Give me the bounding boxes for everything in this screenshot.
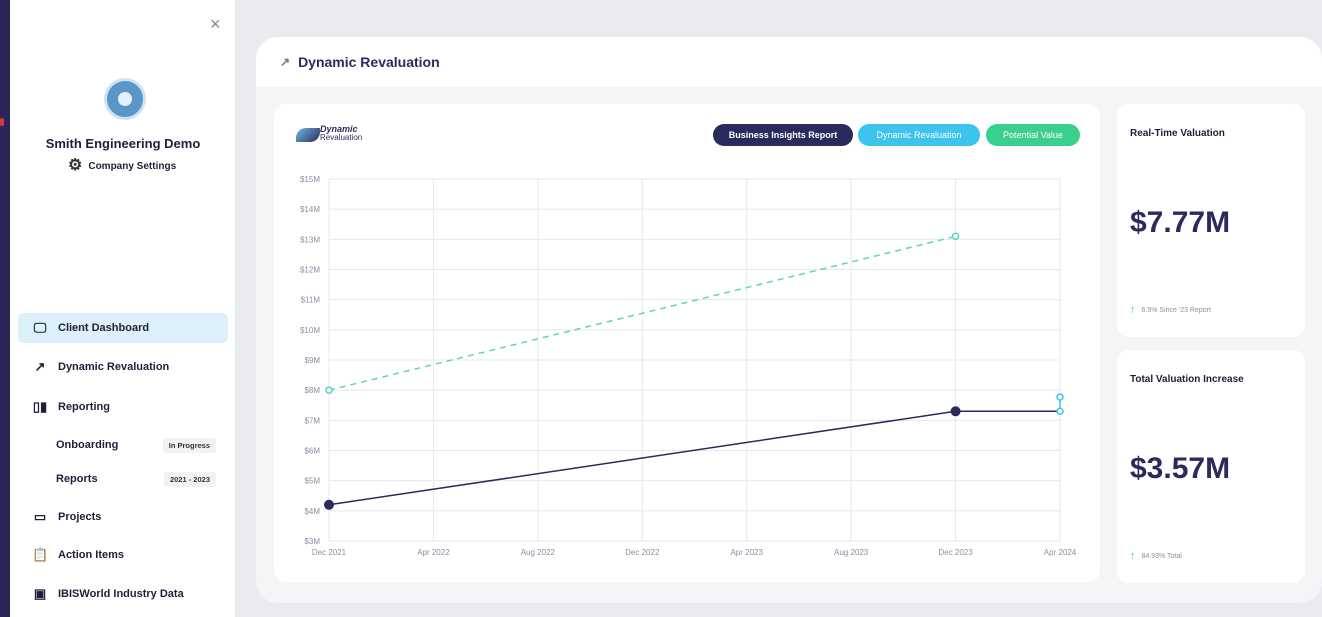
bar-chart-icon: ▯▮ — [32, 399, 48, 414]
chart-logo-mark — [296, 128, 320, 142]
nav-projects[interactable]: ▭ Projects — [18, 502, 228, 532]
point-potential-value — [325, 386, 333, 394]
x-tick-label: Apr 2023 — [730, 548, 763, 557]
clipboard-icon: 📋 — [32, 547, 49, 562]
point-dynamic-revaluation — [1056, 393, 1064, 401]
point-dynamic-revaluation — [1056, 407, 1064, 416]
nav-ibisworld[interactable]: ▣ IBISWorld Industry Data — [18, 579, 228, 609]
card-footnote: ↑ 6.5% Since '23 Report — [1130, 304, 1211, 316]
chart-logo: Dynamic Revaluation — [294, 124, 374, 148]
arrow-up-icon: ↑ — [1130, 304, 1136, 316]
x-tick-label: Aug 2022 — [521, 548, 556, 557]
sub-item-label: Reports — [56, 473, 98, 485]
card-foot-text: 6.5% Since '23 Report — [1141, 306, 1211, 314]
y-tick-label: $12M — [300, 266, 320, 275]
card-foot-text: 84.93% Total — [1141, 552, 1182, 560]
chart-card: Dynamic Revaluation Business Insights Re… — [274, 104, 1100, 582]
status-badge: 2021 - 2023 — [163, 471, 216, 487]
nav-client-dashboard[interactable]: 🖵 Client Dashboard — [18, 313, 228, 343]
legend-potential-value[interactable]: Potential Value — [986, 124, 1080, 146]
point-business-insights — [324, 499, 334, 510]
nav-dynamic-revaluation[interactable]: ↗ Dynamic Revaluation — [18, 352, 228, 382]
legend-business-insights[interactable]: Business Insights Report — [713, 124, 853, 146]
x-tick-label: Apr 2022 — [417, 548, 450, 557]
y-tick-label: $8M — [304, 386, 320, 395]
sub-item-reports[interactable]: Reports 2021 - 2023 — [56, 468, 216, 490]
nav-action-items[interactable]: 📋 Action Items — [18, 540, 228, 570]
point-business-insights — [950, 406, 961, 417]
card-title: Total Valuation Increase — [1130, 374, 1244, 385]
y-tick-label: $13M — [300, 235, 320, 244]
line-chart: $3M $4M $5M $6M $7M $8M $9M $10M $11M $12M $13M $14… — [300, 175, 1077, 557]
y-tick-label: $11M — [301, 296, 321, 305]
x-tick-label: Apr 2024 — [1044, 548, 1077, 557]
sub-item-onboarding[interactable]: Onboarding In Progress — [56, 434, 216, 456]
monitor-icon: 🖵 — [33, 320, 47, 335]
y-tick-label: $14M — [300, 205, 320, 214]
card-title: Real-Time Valuation — [1130, 128, 1225, 139]
x-tick-label: Dec 2021 — [312, 548, 347, 557]
nav-label: Reporting — [58, 401, 110, 413]
card-value: $7.77M — [1130, 206, 1231, 239]
point-potential-value — [951, 232, 960, 241]
total-increase-card: Total Valuation Increase $3.57M ↑ 84.93%… — [1117, 350, 1305, 583]
company-settings-label: Company Settings — [88, 160, 177, 172]
y-tick-label: $6M — [304, 447, 320, 456]
page-header: ↗ Dynamic Revaluation — [256, 37, 1322, 87]
y-tick-label: $10M — [300, 326, 320, 335]
y-tick-label: $3M — [304, 537, 320, 546]
y-tick-label: $15M — [300, 175, 320, 184]
company-logo — [104, 78, 146, 120]
x-tick-label: Dec 2023 — [938, 548, 973, 557]
presentation-icon: ▣ — [33, 586, 47, 601]
company-name: Smith Engineering Demo — [45, 136, 201, 151]
app-rail — [0, 0, 10, 617]
nav-label: IBISWorld Industry Data — [58, 588, 184, 600]
sub-item-label: Onboarding — [56, 439, 119, 451]
card-footnote: ↑ 84.93% Total — [1130, 550, 1182, 562]
chart-logo-line2: Revaluation — [320, 133, 363, 142]
page-title: Dynamic Revaluation — [298, 54, 440, 70]
legend-dynamic-revaluation[interactable]: Dynamic Revaluation — [858, 124, 980, 146]
gear-icon: ⚙ — [68, 157, 83, 174]
realtime-valuation-card: Real-Time Valuation $7.77M ↑ 6.5% Since … — [1117, 104, 1305, 337]
x-tick-label: Dec 2022 — [625, 548, 660, 557]
trend-up-icon: ↗ — [34, 359, 46, 374]
arrow-up-icon: ↑ — [1130, 550, 1136, 562]
y-tick-label: $7M — [304, 416, 320, 425]
status-badge: In Progress — [162, 437, 216, 453]
company-settings-link[interactable]: ⚙ Company Settings — [68, 158, 176, 174]
notification-dot — [0, 118, 4, 126]
close-icon[interactable]: × — [210, 14, 221, 35]
nav-reporting[interactable]: ▯▮ Reporting — [18, 392, 228, 422]
nav-label: Client Dashboard — [58, 322, 150, 334]
x-tick-label: Aug 2023 — [834, 548, 869, 557]
y-tick-label: $4M — [304, 507, 320, 516]
y-tick-label: $5M — [304, 477, 320, 486]
card-value: $3.57M — [1130, 452, 1231, 485]
document-icon: ▭ — [33, 509, 47, 524]
nav-label: Action Items — [58, 549, 125, 561]
sidebar: × Smith Engineering Demo ⚙ Company Setti… — [10, 0, 236, 617]
nav-label: Projects — [58, 511, 102, 523]
trend-up-icon: ↗ — [280, 55, 291, 69]
nav-label: Dynamic Revaluation — [58, 361, 170, 373]
y-tick-label: $9M — [304, 356, 320, 365]
